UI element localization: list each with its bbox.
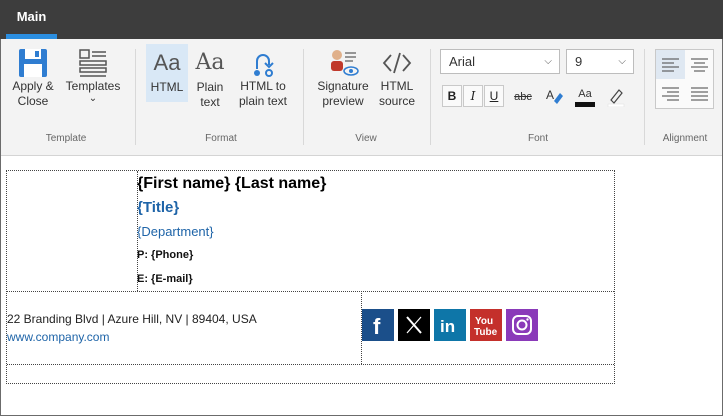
facebook-icon[interactable]: f [362, 309, 394, 341]
templates-icon [79, 49, 107, 77]
svg-text:f: f [373, 314, 381, 339]
svg-text:A: A [546, 88, 554, 102]
signature-table[interactable]: {First name} {Last name} {Title} {Depart… [6, 170, 615, 384]
instagram-icon[interactable] [506, 309, 538, 341]
alignment-grid [655, 49, 714, 109]
signature-email[interactable]: E: {E-mail} [137, 273, 193, 285]
separator [135, 49, 136, 145]
signature-phone[interactable]: P: {Phone} [137, 249, 193, 261]
html-source-button[interactable]: HTML source [375, 47, 419, 117]
save-icon [19, 49, 47, 77]
svg-text:You: You [475, 316, 493, 327]
chevron-down-icon: ⌄ [88, 93, 98, 104]
signature-preview-button[interactable]: Signature preview [314, 47, 372, 117]
html-format-label: HTML [150, 80, 184, 94]
signature-website-link[interactable]: www.company.com [7, 330, 109, 344]
align-center-icon [691, 58, 708, 72]
chevron-down-icon: ⌵ [544, 56, 552, 67]
apply-close-label-2: Close [17, 94, 49, 108]
font-name-dropdown[interactable]: Arial ⌵ [440, 49, 560, 74]
highlight-pen-icon [607, 89, 625, 108]
signature-preview-label-1: Signature [317, 79, 369, 93]
chevron-down-icon: ⌵ [618, 56, 626, 67]
signature-name[interactable]: {First name} {Last name} [137, 175, 326, 193]
youtube-icon[interactable]: You Tube [470, 309, 502, 341]
align-right-button[interactable] [656, 79, 685, 108]
templates-button[interactable]: Templates ⌄ [63, 47, 123, 121]
row-divider [7, 364, 614, 365]
plain-text-label-1: Plain [196, 80, 224, 94]
html-to-plain-text-button[interactable]: HTML to plain text [233, 47, 293, 117]
font-color-button[interactable]: Aa [572, 85, 598, 109]
apply-close-label-1: Apply & [12, 79, 54, 93]
separator [430, 49, 431, 145]
clear-format-button[interactable]: A [541, 85, 567, 109]
signature-editor[interactable]: {First name} {Last name} {Title} {Depart… [1, 157, 722, 415]
font-name-value: Arial [449, 54, 476, 69]
font-size-dropdown[interactable]: 9 ⌵ [566, 49, 634, 74]
group-label-template: Template [45, 133, 87, 144]
separator [303, 49, 304, 145]
html-format-icon: Aa [153, 50, 181, 75]
signature-department[interactable]: {Department} [137, 224, 214, 239]
row-divider [7, 291, 614, 292]
html-to-plain-label-1: HTML to [240, 79, 286, 93]
html-format-button[interactable]: Aa HTML [146, 44, 188, 102]
x-icon[interactable] [398, 309, 430, 341]
html-to-plain-label-2: plain text [238, 94, 288, 108]
clear-format-icon: A [546, 88, 563, 104]
separator [644, 49, 645, 145]
plain-text-button[interactable]: Aa Plain text [191, 44, 229, 116]
templates-label: Templates [65, 79, 121, 93]
align-left-icon [662, 58, 679, 72]
align-center-button[interactable] [685, 50, 714, 79]
font-size-value: 9 [575, 54, 583, 69]
linkedin-icon[interactable]: in [434, 309, 466, 341]
align-left-button[interactable] [656, 50, 685, 79]
svg-text:Tube: Tube [474, 327, 498, 338]
highlight-button[interactable] [603, 85, 629, 109]
underline-button[interactable]: U [484, 85, 504, 107]
plain-text-label-2: text [200, 95, 220, 109]
code-icon [382, 52, 412, 74]
signature-preview-label-2: preview [322, 94, 364, 108]
group-label-format: Format [205, 133, 237, 144]
align-justify-button[interactable] [685, 79, 714, 108]
svg-text:in: in [440, 317, 455, 336]
tab-bar: Main [0, 0, 723, 39]
ribbon: Apply & Close Templates ⌄ Template Aa HT… [1, 39, 722, 156]
signature-preview-icon [331, 50, 359, 76]
strikethrough-button[interactable]: abc [510, 85, 536, 109]
signature-title[interactable]: {Title} [137, 199, 179, 216]
bold-button[interactable]: B [442, 85, 462, 107]
italic-button[interactable]: I [463, 85, 483, 107]
align-right-icon [662, 87, 679, 101]
html-source-label-1: HTML [380, 79, 414, 93]
signature-address[interactable]: 22 Branding Blvd | Azure Hill, NV | 8940… [7, 312, 257, 326]
align-justify-icon [691, 87, 708, 101]
font-color-swatch [575, 102, 595, 107]
plain-text-icon: Aa [195, 50, 225, 75]
group-label-font: Font [527, 133, 548, 144]
apply-close-button[interactable]: Apply & Close [7, 47, 59, 117]
group-label-view: View [355, 133, 377, 144]
font-color-label: Aa [578, 88, 592, 100]
html-source-label-2: source [378, 94, 416, 108]
convert-icon [254, 54, 274, 77]
group-label-alignment: Alignment [662, 133, 708, 144]
